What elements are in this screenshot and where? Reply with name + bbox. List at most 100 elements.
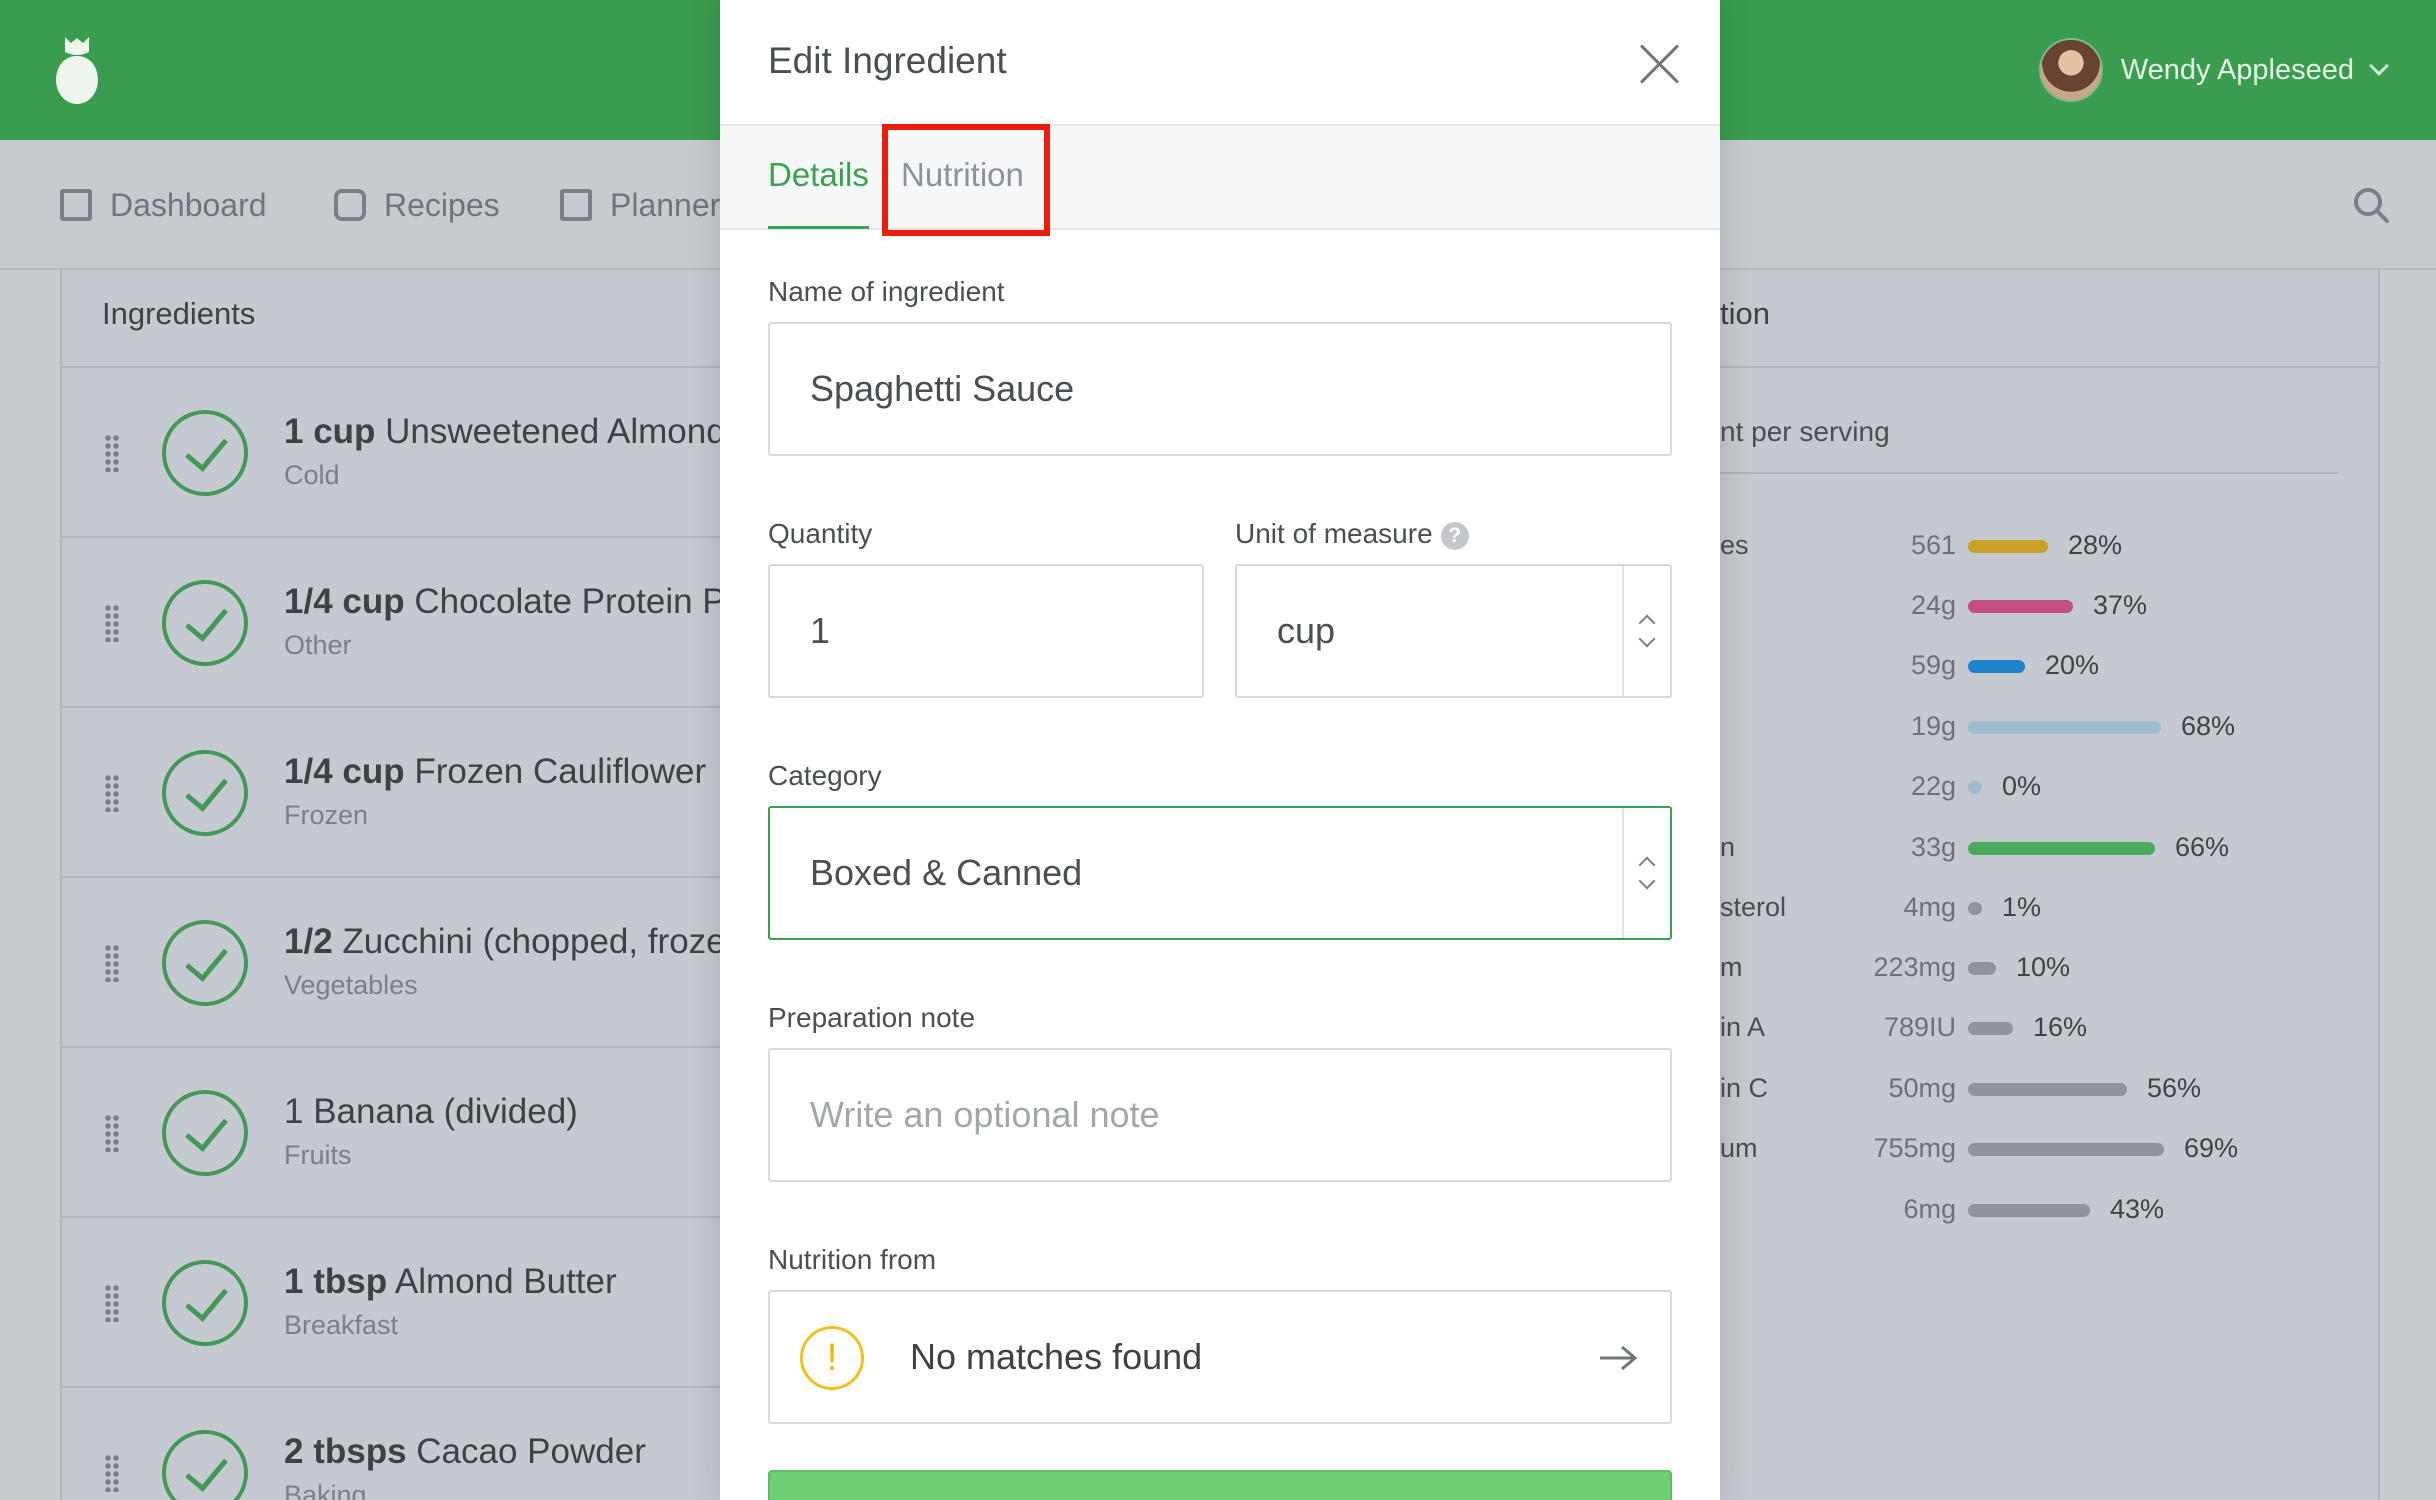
panel-title: tion xyxy=(1720,270,2378,368)
check-circle-icon[interactable] xyxy=(162,920,248,1006)
nutrient-row: 24g 37% xyxy=(1720,586,2380,626)
nutrient-bar xyxy=(1968,1143,2164,1156)
unit-value: cup xyxy=(1277,610,1336,651)
nutrition-source-selector[interactable]: ! No matches found xyxy=(768,1290,1672,1424)
nutrient-bar xyxy=(1968,842,2155,855)
ingredient-qty: 1 tbsp xyxy=(284,1262,388,1301)
ingredient-name: Cacao Powder xyxy=(416,1432,646,1471)
nutrient-name: in A xyxy=(1720,1012,1766,1042)
nutrient-value: 561 xyxy=(1910,530,1956,560)
check-circle-icon[interactable] xyxy=(162,1430,248,1500)
ingredients-panel: Ingredients 1 cup Unsweetened Almond Mil… xyxy=(60,270,821,1500)
check-circle-icon[interactable] xyxy=(162,580,248,666)
ingredient-name-input[interactable]: Spaghetti Sauce xyxy=(768,322,1672,456)
check-circle-icon[interactable] xyxy=(162,1090,248,1176)
nav-item-planner[interactable]: Planner xyxy=(560,184,720,226)
drag-handle-icon[interactable] xyxy=(104,1114,120,1152)
quantity-input[interactable]: 1 xyxy=(768,564,1204,698)
nutrient-percent: 43% xyxy=(2110,1194,2165,1224)
nutrient-percent: 37% xyxy=(2093,590,2148,620)
ingredient-row[interactable]: 1/4 cup Chocolate Protein Powder Other xyxy=(62,538,821,708)
modal-title: Edit Ingredient xyxy=(768,40,1007,81)
help-icon[interactable]: ? xyxy=(1440,521,1469,550)
nav-item-dashboard[interactable]: Dashboard xyxy=(60,184,267,226)
nutrient-percent: 20% xyxy=(2045,650,2100,680)
check-circle-icon[interactable] xyxy=(162,410,248,496)
search-icon[interactable] xyxy=(2352,186,2390,224)
ingredient-qty: 1 xyxy=(284,1092,304,1131)
check-circle-icon[interactable] xyxy=(162,1260,248,1346)
nutrient-name: in C xyxy=(1720,1073,1769,1103)
per-serving-label: nt per serving xyxy=(1720,416,2338,474)
nutrient-row: m 223mg 10% xyxy=(1720,948,2380,988)
user-menu[interactable]: Wendy Appleseed xyxy=(2038,36,2389,104)
ingredient-row[interactable]: 1/4 cup Frozen Cauliflower Frozen xyxy=(62,708,740,878)
ingredient-qty: 1/4 cup xyxy=(284,752,405,791)
ingredient-qty: 1/2 xyxy=(284,922,333,961)
logo-icon[interactable] xyxy=(54,34,100,106)
ingredient-qty: 1/4 cup xyxy=(284,582,405,621)
preparation-note-input[interactable]: Write an optional note xyxy=(768,1048,1672,1182)
nutrient-percent: 66% xyxy=(2175,832,2230,862)
user-name: Wendy Appleseed xyxy=(2120,53,2354,86)
ingredient-row[interactable]: 1 Banana (divided) Fruits xyxy=(62,1048,740,1218)
nutrient-name: es xyxy=(1720,530,1749,560)
nutrient-row: n 33g 66% xyxy=(1720,828,2380,868)
save-button[interactable] xyxy=(768,1470,1672,1500)
dashboard-icon xyxy=(60,189,92,221)
ingredient-category: Fruits xyxy=(284,1140,352,1170)
drag-handle-icon[interactable] xyxy=(104,434,120,472)
category-select[interactable]: Boxed & Canned xyxy=(768,806,1672,940)
chevron-down-icon xyxy=(2369,56,2389,76)
drag-handle-icon[interactable] xyxy=(104,944,120,982)
ingredient-qty: 2 tbsps xyxy=(284,1432,407,1471)
drag-handle-icon[interactable] xyxy=(104,1284,120,1322)
nutrient-row: 22g 0% xyxy=(1720,767,2380,807)
highlight-box xyxy=(882,124,1050,236)
ingredient-name: Frozen Cauliflower xyxy=(414,752,707,791)
nav-item-recipes[interactable]: Recipes xyxy=(334,184,500,226)
nav-label: Recipes xyxy=(384,186,500,223)
modal-tabs: Details Nutrition xyxy=(720,126,1720,230)
name-label: Name of ingredient xyxy=(768,276,1005,307)
ingredient-row[interactable]: 1 tbsp Almond Butter Breakfast xyxy=(62,1218,740,1388)
ingredient-category: Other xyxy=(284,630,352,660)
drag-handle-icon[interactable] xyxy=(104,1454,120,1492)
ingredient-row[interactable]: 1 cup Unsweetened Almond Milk Cold xyxy=(62,368,798,538)
nutrient-value: 755mg xyxy=(1873,1133,1956,1163)
modal-header: Edit Ingredient xyxy=(720,0,1720,126)
ingredient-qty: 1 cup xyxy=(284,412,376,451)
ingredient-row[interactable]: 2 tbsps Cacao Powder Baking xyxy=(62,1388,740,1500)
nutrient-value: 59g xyxy=(1910,650,1956,680)
nutrient-value: 33g xyxy=(1910,832,1956,862)
quantity-label: Quantity xyxy=(768,518,873,549)
tab-details[interactable]: Details xyxy=(768,156,869,229)
drag-handle-icon[interactable] xyxy=(104,604,120,642)
nav-label: Planner xyxy=(610,186,721,223)
unit-select[interactable]: cup xyxy=(1235,564,1672,698)
ingredient-category: Breakfast xyxy=(284,1310,399,1340)
nutrient-value: 19g xyxy=(1910,711,1956,741)
nutrient-value: 24g xyxy=(1910,590,1956,620)
check-circle-icon[interactable] xyxy=(162,750,248,836)
close-icon[interactable] xyxy=(1640,44,1680,84)
ingredient-name: Almond Butter xyxy=(394,1262,617,1301)
nutrition-from-value: No matches found xyxy=(910,1336,1203,1377)
nutrient-bar xyxy=(1968,962,1996,975)
nutrient-value: 50mg xyxy=(1888,1073,1956,1103)
calendar-icon xyxy=(560,189,592,221)
nutrient-value: 789IU xyxy=(1883,1012,1956,1042)
nutrient-percent: 56% xyxy=(2147,1073,2202,1103)
category-label: Category xyxy=(768,760,882,791)
ingredient-category: Frozen xyxy=(284,800,369,830)
edit-ingredient-modal: Edit Ingredient Details Nutrition Name o… xyxy=(720,0,1720,1500)
avatar xyxy=(2038,38,2103,102)
nutrient-name: um xyxy=(1720,1133,1758,1163)
nutrient-value: 22g xyxy=(1910,771,1956,801)
nutrient-row: um 755mg 69% xyxy=(1720,1129,2380,1169)
ingredient-name: Zucchini (chopped, frozen) xyxy=(342,922,757,961)
drag-handle-icon[interactable] xyxy=(104,774,120,812)
nutrient-row: 59g 20% xyxy=(1720,646,2380,686)
ingredient-row[interactable]: 1/2 Zucchini (chopped, frozen) Vegetable… xyxy=(62,878,757,1048)
ingredient-category: Cold xyxy=(284,460,340,490)
